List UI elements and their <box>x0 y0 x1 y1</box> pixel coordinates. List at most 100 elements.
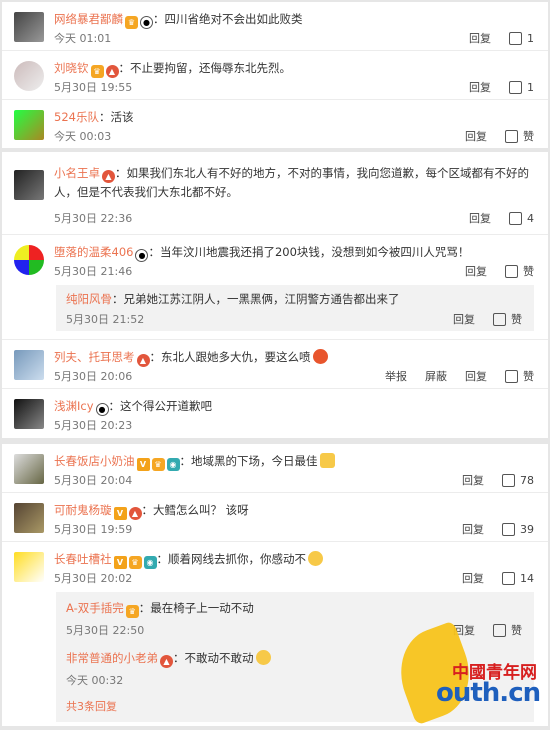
report-button[interactable]: 举报 <box>385 368 407 384</box>
separator: ： <box>138 601 151 615</box>
vip-badge-icon: ▲ <box>136 354 150 367</box>
thumbs-up-icon <box>502 571 515 585</box>
thumbs-up-icon <box>509 80 522 94</box>
commenter-name[interactable]: 列夫、托耳思考 <box>54 350 135 364</box>
comment-time: 今天 00:03 <box>54 130 112 143</box>
reply-button[interactable]: 回复 <box>465 368 487 384</box>
commenter-name[interactable]: 可耐鬼杨璇 <box>54 503 112 517</box>
reply-button[interactable]: 回复 <box>462 521 484 537</box>
reply-button[interactable]: 回复 <box>469 79 491 95</box>
comment-1: 刘晓钦 ♛ ▲ ：不止要拘留，还侮辱东北先烈。 5月30日 19:55 回复 1 <box>2 51 548 100</box>
reply-button[interactable]: 回复 <box>453 311 475 327</box>
reply-text: 不敢动不敢动 <box>184 651 254 665</box>
separator: ： <box>153 12 165 26</box>
comment-time: 5月30日 22:36 <box>54 212 133 225</box>
comment-time: 5月30日 20:06 <box>54 370 133 383</box>
like-count: 赞 <box>523 130 534 143</box>
thumbs-up-icon <box>502 522 515 536</box>
reply-author[interactable]: 纯阳风骨 <box>66 292 112 306</box>
commenter-name[interactable]: 网络暴君鄙麟 <box>54 12 123 26</box>
avatar[interactable] <box>14 350 44 380</box>
comment-text: 不止要拘留，还侮辱东北先烈。 <box>130 61 291 75</box>
comment-3: 小名王卓 ▲ ：如果我们东北人有不好的地方，不对的事情，我向您道歉，每个区域都有不好… <box>2 152 548 235</box>
avatar[interactable] <box>14 61 44 91</box>
vip-badge-icon: ▲ <box>160 655 173 668</box>
avatar[interactable] <box>14 12 44 42</box>
separator: ： <box>115 166 127 180</box>
logo-text-en: outh.cn <box>436 678 541 708</box>
like-button[interactable]: 赞 <box>505 368 534 384</box>
member-badge-icon: ♛ <box>125 605 139 618</box>
reply-button[interactable]: 回复 <box>462 570 484 586</box>
like-count: 14 <box>520 571 534 585</box>
avatar[interactable] <box>14 110 44 140</box>
like-button[interactable]: 赞 <box>493 311 522 327</box>
avatar[interactable] <box>14 552 44 582</box>
reply-time: 5月30日 22:50 <box>66 624 145 637</box>
comment-text: 当年汶川地震我还捐了200块钱，没想到如今被四川人咒骂！ <box>159 245 470 259</box>
more-replies-link[interactable]: 共3条回复 <box>66 698 117 714</box>
comment-2: 524乐队：活该 今天 00:03 回复 赞 <box>2 100 548 148</box>
avatar[interactable] <box>14 399 44 429</box>
comment-7: 长春饭店小奶油 V ♛ ◉ ：地域黑的下场，今日最佳 5月30日 20:04 回复 78 <box>2 444 548 493</box>
reply-author[interactable]: A-双手插完 <box>66 601 124 615</box>
like-count: 赞 <box>511 313 522 326</box>
comment-text: 顺着网线去抓你，你感动不 <box>168 552 306 566</box>
thumbs-up-icon <box>509 211 522 225</box>
camera-badge-icon: ◉ <box>143 556 157 569</box>
commenter-name[interactable]: 长春吐槽社 <box>54 552 112 566</box>
comment-6: 浅渊Icy ● ：这个得公开道歉吧 5月30日 20:23 <box>2 389 548 437</box>
reply-text: 最在椅子上一动不动 <box>150 601 254 615</box>
like-count: 78 <box>520 473 534 487</box>
reply-button[interactable]: 回复 <box>469 30 491 46</box>
verified-v-icon: V <box>113 507 127 520</box>
like-button[interactable]: 78 <box>502 473 534 487</box>
like-button[interactable]: 赞 <box>505 128 534 144</box>
like-button[interactable]: 1 <box>509 31 534 45</box>
reply-author[interactable]: 非常普通的小老弟 <box>66 651 158 665</box>
thumbs-up-icon <box>493 312 506 326</box>
commenter-name[interactable]: 长春饭店小奶油 <box>54 454 135 468</box>
block-button[interactable]: 屏蔽 <box>425 368 447 384</box>
reply-button[interactable]: 回复 <box>465 263 487 279</box>
like-button[interactable]: 1 <box>509 80 534 94</box>
like-count: 1 <box>527 80 534 94</box>
reply-button[interactable]: 回复 <box>465 128 487 144</box>
vip-badge-icon: ▲ <box>102 170 115 183</box>
like-count: 赞 <box>523 265 534 278</box>
youth-cn-logo: 中國青年网 outh.cn <box>387 620 550 726</box>
member-badge-icon: ♛ <box>90 65 104 78</box>
separator: ： <box>141 503 154 517</box>
avatar[interactable] <box>14 454 44 484</box>
comment-time: 5月30日 20:04 <box>54 474 133 487</box>
reply-button[interactable]: 回复 <box>469 210 491 226</box>
nested-reply-0: 纯阳风骨：兄弟她江苏江阴人，一黑黑俩，江阴警方通告都出来了 5月30日 21:5… <box>56 285 534 331</box>
reply-button[interactable]: 回复 <box>462 472 484 488</box>
commenter-name[interactable]: 浅渊Icy <box>54 399 94 413</box>
separator: ： <box>98 110 111 124</box>
thumbs-up-icon <box>505 369 518 383</box>
avatar[interactable] <box>14 245 44 275</box>
commenter-name[interactable]: 刘晓钦 <box>54 61 89 75</box>
commenter-name[interactable]: 堕落的温柔406 <box>54 245 133 259</box>
like-button[interactable]: 39 <box>502 522 534 536</box>
smile-emoji-icon <box>255 650 271 665</box>
vip-badge-icon: ▲ <box>128 507 142 520</box>
panda-badge-icon: ● <box>140 16 153 29</box>
like-button[interactable]: 14 <box>502 571 534 585</box>
like-button[interactable]: 4 <box>509 211 534 225</box>
commenter-name[interactable]: 小名王卓 <box>54 166 100 180</box>
comment-0: 网络暴君鄙麟 ♛ ● ：四川省绝对不会出如此败类 今天 01:01 回复 1 <box>2 2 548 51</box>
avatar[interactable] <box>14 503 44 533</box>
separator: ： <box>148 245 160 259</box>
verified-v-icon: V <box>113 556 127 569</box>
comment-time: 今天 01:01 <box>54 32 112 45</box>
clap-emoji-icon <box>319 453 335 468</box>
avatar[interactable] <box>14 170 44 200</box>
like-button[interactable]: 赞 <box>505 263 534 279</box>
separator: ： <box>108 399 121 413</box>
comment-5: 列夫、托耳思考 ▲ ：东北人跟她多大仇，要这么喷 5月30日 20:06 举报 屏蔽 回… <box>2 340 548 389</box>
commenter-name[interactable]: 524乐队 <box>54 110 99 124</box>
separator: ： <box>179 454 192 468</box>
thumbs-up-icon <box>505 129 518 143</box>
